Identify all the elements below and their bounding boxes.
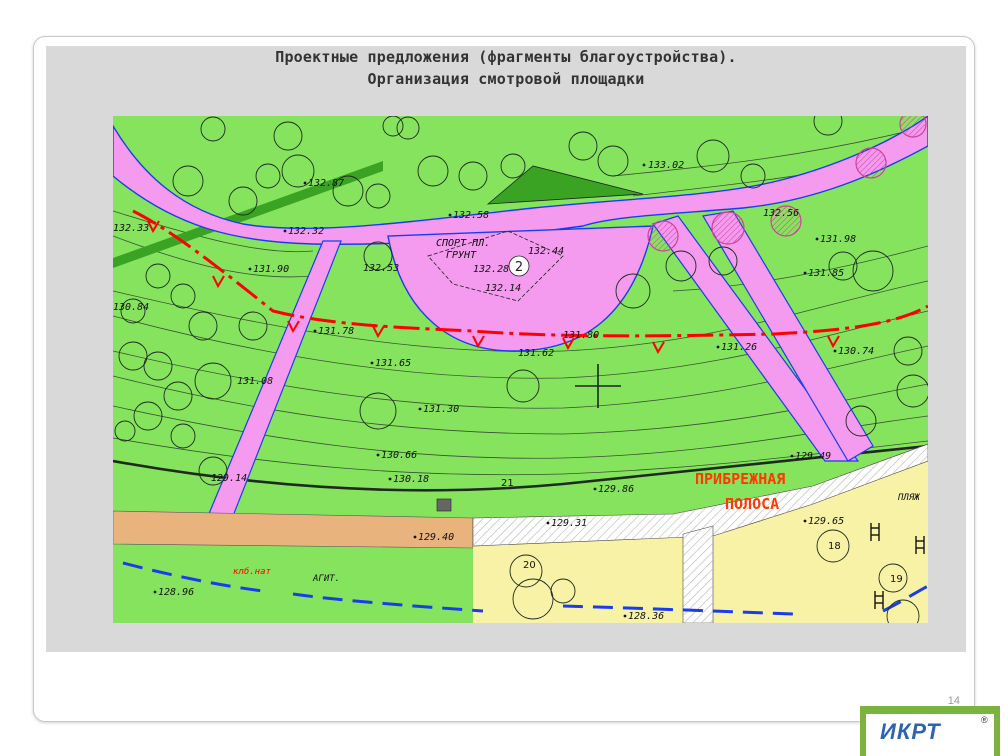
elevation: 131.30 bbox=[423, 404, 459, 415]
elevation: 129.49 bbox=[795, 451, 831, 462]
elevation: 130.18 bbox=[393, 474, 429, 485]
elevation: 132.87 bbox=[308, 178, 344, 189]
elevation: 131.08 bbox=[237, 376, 273, 387]
elevation: 131.78 bbox=[318, 326, 354, 337]
elevation: 131.85 bbox=[808, 268, 844, 279]
elevation: 129.86 bbox=[598, 484, 634, 495]
elevation: 132.58 bbox=[453, 210, 489, 221]
slide-title-line2: Организация смотровой площадки bbox=[367, 70, 645, 88]
club-label: клб.нат bbox=[233, 566, 272, 577]
shore-label-line2: ПОЛОСА bbox=[725, 495, 779, 513]
logo-text: ИКРТ bbox=[880, 719, 941, 744]
elevation: 131.98 bbox=[820, 234, 856, 245]
elevation: 132.33 bbox=[113, 223, 149, 234]
elevation: 131.26 bbox=[721, 342, 757, 353]
elevation: 129.40 bbox=[418, 532, 454, 543]
agit-label: АГИТ. bbox=[312, 574, 340, 584]
elevation: 132.53 bbox=[363, 263, 399, 274]
bin-symbol bbox=[436, 498, 452, 512]
elevation: 131.62 bbox=[518, 348, 554, 359]
elevation: 128.96 bbox=[158, 587, 194, 598]
elevation: 129.31 bbox=[551, 518, 587, 529]
elevation: 130.84 bbox=[113, 302, 149, 313]
beach-label: ПЛЯЖ bbox=[897, 493, 920, 503]
elevation: 132.14 bbox=[485, 283, 521, 294]
company-logo: ИКРТ ® bbox=[860, 706, 1000, 756]
sport-label-line2: ГРУНТ bbox=[446, 250, 477, 261]
elevation: 131.90 bbox=[253, 264, 289, 275]
elevation: 132.44 bbox=[528, 246, 564, 257]
shore-label-line1: ПРИБРЕЖНАЯ bbox=[695, 470, 785, 488]
plot-number-19: 19 bbox=[890, 574, 903, 585]
plot-number-21: 21 bbox=[501, 478, 514, 489]
sport-label-line1: СПОРТ ПЛ. bbox=[436, 238, 490, 249]
elevation: 129.65 bbox=[808, 516, 844, 527]
elevation: 131.65 bbox=[375, 358, 411, 369]
elevation: 132.32 bbox=[288, 226, 324, 237]
plot-number-18: 18 bbox=[828, 541, 841, 552]
elevation: 129.14 bbox=[211, 473, 247, 484]
plot-number-20: 20 bbox=[523, 560, 536, 571]
elevation: 133.02 bbox=[648, 160, 684, 171]
registered-mark: ® bbox=[981, 715, 988, 725]
site-plan-map: 2 СПОРТ ПЛ. ГРУНТ ПЛЯЖ клб.нат АГИТ. ПРИ… bbox=[113, 116, 928, 623]
slide-title-line1: Проектные предложения (фрагменты благоус… bbox=[275, 48, 737, 66]
elevation: 130.66 bbox=[381, 450, 417, 461]
elevation: 131.80 bbox=[563, 330, 599, 341]
elevation: 130.74 bbox=[838, 346, 874, 357]
site-number: 2 bbox=[515, 260, 523, 275]
elevation: 132.28 bbox=[473, 264, 509, 275]
elevation: 132.56 bbox=[763, 208, 799, 219]
elevation: 128.36 bbox=[628, 611, 664, 622]
